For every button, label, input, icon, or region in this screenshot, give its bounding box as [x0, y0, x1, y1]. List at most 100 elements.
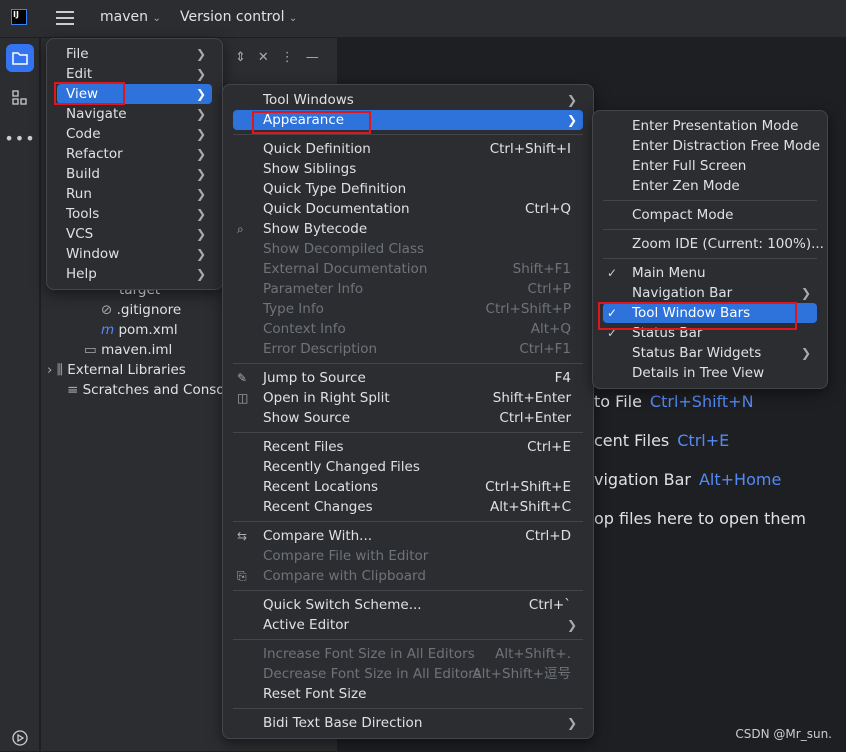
run-icon[interactable]	[6, 724, 34, 752]
shortcut-label: Alt+Q	[530, 321, 571, 337]
menu-item-vcs[interactable]: VCS ❯	[57, 224, 212, 244]
file-icon: ▭	[84, 342, 97, 358]
menu-item-details-in-tree-view[interactable]: Details in Tree View	[603, 363, 817, 383]
project-name: maven	[100, 9, 148, 25]
chevron-right-icon: ❯	[566, 618, 577, 632]
menu-item-run[interactable]: Run ❯	[57, 184, 212, 204]
menu-separator	[233, 521, 583, 522]
menu-item-quick-switch-scheme[interactable]: Quick Switch Scheme... Ctrl+`	[233, 595, 583, 615]
intellij-logo: IJ	[11, 9, 27, 25]
vcs-selector[interactable]: Version control ⌄	[180, 9, 297, 25]
menu-item-enter-presentation-mode[interactable]: Enter Presentation Mode	[603, 116, 817, 136]
menu-item-show-source[interactable]: Show Source Ctrl+Enter	[233, 408, 583, 428]
menu-item-label: Refactor	[66, 146, 123, 162]
menu-separator	[233, 708, 583, 709]
menu-separator	[233, 363, 583, 364]
menu-item-enter-distraction-free-mode[interactable]: Enter Distraction Free Mode	[603, 136, 820, 156]
menu-item-compare-with[interactable]: ⇆ Compare With... Ctrl+D	[233, 526, 583, 546]
shortcut-label: Ctrl+E	[527, 439, 571, 455]
menu-item-show-siblings[interactable]: Show Siblings	[233, 159, 583, 179]
menu-item-label: Jump to Source	[263, 370, 366, 386]
menu-item-label: Decrease Font Size in All Editors	[263, 666, 481, 682]
project-selector[interactable]: maven ⌄	[100, 9, 161, 25]
menu-item-status-bar-widgets[interactable]: Status Bar Widgets ❯	[603, 343, 817, 363]
main-menu-icon[interactable]	[56, 11, 74, 25]
tree-item-pom[interactable]: m pom.xml	[101, 322, 178, 338]
menu-item-open-in-right-split[interactable]: ◫ Open in Right Split Shift+Enter	[233, 388, 583, 408]
menu-item-bidi-text-base-direction[interactable]: Bidi Text Base Direction ❯	[233, 713, 583, 733]
tree-item-maven-iml[interactable]: ▭ maven.iml	[84, 342, 172, 358]
menu-item-quick-type-definition[interactable]: Quick Type Definition	[233, 179, 583, 199]
menu-item-main-menu[interactable]: ✓ Main Menu	[603, 263, 817, 283]
menu-item-label: Increase Font Size in All Editors	[263, 646, 475, 662]
shortcut-label: Shift+Enter	[492, 390, 571, 406]
menu-item-build[interactable]: Build ❯	[57, 164, 212, 184]
menu-item-navigation-bar[interactable]: Navigation Bar ❯	[603, 283, 817, 303]
menu-item-label: Tools	[66, 206, 100, 222]
menu-item-file[interactable]: File ❯	[57, 44, 212, 64]
panel-toolbar-icons[interactable]: ⇕✕⋮—	[235, 50, 331, 65]
chevron-right-icon: ❯	[566, 93, 577, 107]
menu-item-label: Show Bytecode	[263, 221, 368, 237]
scratches-icon: ≡	[67, 382, 79, 398]
pencil-icon: ✎	[237, 371, 248, 385]
menu-item-active-editor[interactable]: Active Editor ❯	[233, 615, 583, 635]
menu-item-label: File	[66, 46, 89, 62]
menu-item-label: Reset Font Size	[263, 686, 367, 702]
compare-icon: ⇆	[237, 529, 248, 543]
menu-item-label: Type Info	[263, 301, 324, 317]
menu-item-code[interactable]: Code ❯	[57, 124, 212, 144]
structure-icon[interactable]	[6, 84, 34, 112]
menu-item-jump-to-source[interactable]: ✎ Jump to Source F4	[233, 368, 583, 388]
menu-item-label: Recent Changes	[263, 499, 373, 515]
menu-item-label: Run	[66, 186, 92, 202]
menu-item-tool-windows[interactable]: Tool Windows ❯	[233, 90, 583, 110]
menu-item-label: Show Source	[263, 410, 351, 426]
tree-item-external-libraries[interactable]: › ⫼ External Libraries	[47, 362, 186, 378]
hint-drop-files: op files here to open them	[594, 509, 806, 528]
menu-item-help[interactable]: Help ❯	[57, 264, 212, 284]
menu-item-enter-full-screen[interactable]: Enter Full Screen	[603, 156, 817, 176]
more-icon[interactable]: •••	[4, 124, 34, 152]
menu-item-window[interactable]: Window ❯	[57, 244, 212, 264]
shortcut-label: Ctrl+Q	[525, 201, 571, 217]
menu-item-label: Enter Presentation Mode	[632, 118, 799, 134]
menu-separator	[233, 639, 583, 640]
menu-item-label: Compare With...	[263, 528, 373, 544]
menu-item-recent-files[interactable]: Recent Files Ctrl+E	[233, 437, 583, 457]
tree-item-gitignore[interactable]: ⊘ .gitignore	[101, 302, 181, 318]
tree-item-scratches[interactable]: ≡ Scratches and Consoles	[67, 382, 244, 398]
menu-item-quick-definition[interactable]: Quick Definition Ctrl+Shift+I	[233, 139, 583, 159]
menu-item-show-bytecode[interactable]: ⌕ Show Bytecode	[233, 219, 583, 239]
menu-item-navigate[interactable]: Navigate ❯	[57, 104, 212, 124]
menu-item-quick-documentation[interactable]: Quick Documentation Ctrl+Q	[233, 199, 583, 219]
menu-item-recently-changed-files[interactable]: Recently Changed Files	[233, 457, 583, 477]
menu-item-type-info: Type Info Ctrl+Shift+P	[233, 299, 583, 319]
menu-item-context-info: Context Info Alt+Q	[233, 319, 583, 339]
appearance-menu-popup: Enter Presentation Mode Enter Distraction…	[592, 110, 828, 389]
menu-item-zoom-ide-current-100[interactable]: Zoom IDE (Current: 100%)...	[603, 234, 824, 254]
menu-item-refactor[interactable]: Refactor ❯	[57, 144, 212, 164]
menu-item-increase-font-size-in-all-editors: Increase Font Size in All Editors Alt+Shi…	[233, 644, 583, 664]
menu-item-label: Zoom IDE (Current: 100%)...	[632, 236, 824, 252]
chevron-right-icon: ❯	[195, 127, 206, 141]
menu-item-label: Build	[66, 166, 100, 182]
chevron-right-icon: ❯	[195, 167, 206, 181]
menu-item-enter-zen-mode[interactable]: Enter Zen Mode	[603, 176, 817, 196]
menu-item-label: Enter Zen Mode	[632, 178, 740, 194]
main-menu-popup: File ❯ Edit ❯ View ❯ Navigate ❯ Code ❯ Refactor ❯ Bu…	[46, 38, 223, 290]
menu-separator	[233, 134, 583, 135]
shortcut-label: Shift+F1	[512, 261, 571, 277]
menu-separator	[233, 590, 583, 591]
menu-item-recent-changes[interactable]: Recent Changes Alt+Shift+C	[233, 497, 583, 517]
menu-item-compact-mode[interactable]: Compact Mode	[603, 205, 817, 225]
project-folder-icon[interactable]	[6, 44, 34, 72]
menu-item-error-description: Error Description Ctrl+F1	[233, 339, 583, 359]
chevron-right-icon: ❯	[195, 47, 206, 61]
menu-item-edit[interactable]: Edit ❯	[57, 64, 212, 84]
menu-item-label: Recent Files	[263, 439, 344, 455]
menu-item-label: Active Editor	[263, 617, 350, 633]
menu-item-tools[interactable]: Tools ❯	[57, 204, 212, 224]
menu-item-recent-locations[interactable]: Recent Locations Ctrl+Shift+E	[233, 477, 583, 497]
menu-item-reset-font-size[interactable]: Reset Font Size	[233, 684, 583, 704]
